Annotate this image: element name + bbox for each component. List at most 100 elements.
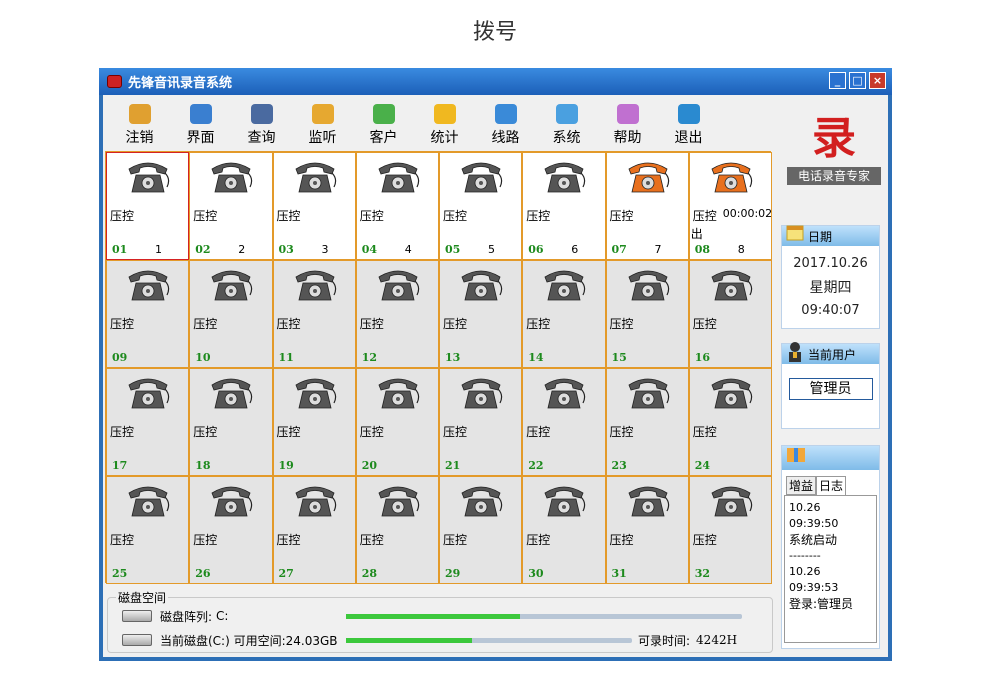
line-status: 压控 (609, 317, 634, 331)
line-number: 13 (445, 351, 461, 364)
line-extension: 7 (654, 243, 662, 256)
line-number: 23 (611, 459, 627, 472)
line-status: 压控 (110, 425, 135, 439)
line-status: 压控 (193, 209, 218, 223)
current-date: 2017.10.26 (793, 256, 868, 271)
toolbar-button-label: 统计 (430, 130, 459, 146)
disk-array-bar-fill (346, 614, 521, 619)
window-icon (189, 104, 212, 124)
page-caption: 拨号 (472, 20, 517, 45)
line-cell-15[interactable]: 压控 15 (605, 260, 689, 368)
calendar-icon (786, 225, 804, 241)
line-cell-07[interactable]: 压控 07 7 (605, 152, 689, 260)
line-cell-22[interactable]: 压控 22 (522, 368, 606, 476)
log-entry-time: 09:39:50 (789, 517, 839, 530)
line-cell-05[interactable]: 压控 05 5 (439, 152, 523, 260)
line-cell-06[interactable]: 压控 06 6 (522, 152, 606, 260)
line-status: 压控 (526, 209, 551, 223)
toolbar-button-0[interactable]: 注销 (109, 95, 170, 151)
line-cell-30[interactable]: 压控 30 (522, 476, 606, 584)
line-extension: 6 (571, 243, 579, 256)
line-status: 压控 (193, 425, 218, 439)
toolbar-button-label: 查询 (247, 130, 276, 146)
line-number: 30 (528, 567, 544, 580)
toolbar-button-4[interactable]: 客户 (353, 95, 414, 151)
line-number: 11 (278, 351, 294, 364)
line-cell-10[interactable]: 压控 10 (189, 260, 273, 368)
line-number: 02 (195, 243, 211, 256)
line-status: 压控 (609, 533, 634, 547)
line-cell-27[interactable]: 压控 27 (272, 476, 356, 584)
line-cell-14[interactable]: 压控 14 (522, 260, 606, 368)
line-cell-23[interactable]: 压控 23 (605, 368, 689, 476)
line-grid: 压控 01 1 压控 02 2 压控 03 3 压控 04 4 压控 05 5 压控 06 6 压控 07 7 压控 00:… (105, 151, 773, 584)
close-button[interactable]: × (869, 72, 886, 89)
line-cell-09[interactable]: 压控 09 (106, 260, 190, 368)
line-number: 15 (611, 351, 627, 364)
log-entry-separator: -------- (789, 549, 821, 562)
line-status: 压控 (276, 209, 301, 223)
record-time-row: 可录时间: 4242H (638, 632, 737, 648)
window-body: 注销 界面 查询 监听 客户 统计 线路 系统 帮助 退出 压控 01 1 压控 02 2 压控 03 3 压控 04… (103, 95, 888, 657)
drive-icon (122, 634, 152, 646)
line-cell-08[interactable]: 压控 00:00:02 出 08 8 (688, 152, 773, 260)
current-disk-label: 当前磁盘(C:) 可用空间:24.03GB (160, 633, 338, 648)
line-cell-13[interactable]: 压控 13 (439, 260, 523, 368)
line-cell-18[interactable]: 压控 18 (189, 368, 273, 476)
toolbar-button-label: 客户 (369, 130, 398, 146)
line-number: 03 (278, 243, 294, 256)
line-cell-26[interactable]: 压控 26 (189, 476, 273, 584)
line-number: 25 (112, 567, 128, 580)
line-cell-04[interactable]: 压控 04 4 (355, 152, 439, 260)
toolbar-button-label: 退出 (674, 130, 703, 146)
line-cell-24[interactable]: 压控 24 (688, 368, 772, 476)
toolbar-button-8[interactable]: 帮助 (597, 95, 658, 151)
line-cell-21[interactable]: 压控 21 (439, 368, 523, 476)
minimize-button[interactable]: _ (829, 72, 846, 89)
line-cell-31[interactable]: 压控 31 (605, 476, 689, 584)
tab-log[interactable]: 日志 (816, 476, 847, 495)
line-status: 压控 (692, 209, 717, 223)
maximize-button[interactable]: □ (849, 72, 866, 89)
brand-seal: 录 (812, 113, 856, 164)
line-cell-16[interactable]: 压控 16 (688, 260, 772, 368)
line-cell-12[interactable]: 压控 12 (355, 260, 439, 368)
line-extension: 5 (488, 243, 495, 256)
line-number: 18 (195, 459, 211, 472)
toolbar-button-label: 监听 (308, 130, 337, 146)
line-number: 14 (528, 351, 544, 364)
line-status: 压控 (443, 209, 468, 223)
user-avatar-icon (789, 342, 801, 362)
toolbar-button-5[interactable]: 统计 (414, 95, 475, 151)
toolbar-button-6[interactable]: 线路 (475, 95, 536, 151)
title-bar[interactable]: 先锋音讯录音系统 _ □ × (99, 68, 892, 95)
log-tabs: 增益 日志 (782, 476, 879, 495)
line-direction: 出 (690, 227, 703, 241)
line-cell-17[interactable]: 压控 17 (106, 368, 190, 476)
tab-gain[interactable]: 增益 (786, 476, 817, 495)
line-icon (494, 104, 517, 124)
line-cell-28[interactable]: 压控 28 (355, 476, 439, 584)
line-status: 压控 (526, 425, 551, 439)
toolbar-button-7[interactable]: 系统 (536, 95, 597, 151)
system-icon (555, 104, 578, 124)
toolbar-button-9[interactable]: 退出 (658, 95, 719, 151)
line-cell-03[interactable]: 压控 03 3 (272, 152, 356, 260)
line-cell-01[interactable]: 压控 01 1 (106, 152, 190, 260)
line-cell-32[interactable]: 压控 32 (688, 476, 772, 584)
customer-icon (372, 104, 395, 124)
toolbar-button-1[interactable]: 界面 (170, 95, 231, 151)
line-cell-11[interactable]: 压控 11 (272, 260, 356, 368)
line-cell-25[interactable]: 压控 25 (106, 476, 190, 584)
line-cell-29[interactable]: 压控 29 (439, 476, 523, 584)
line-cell-02[interactable]: 压控 02 2 (189, 152, 273, 260)
line-call-duration: 00:00:02 (722, 207, 773, 220)
log-entry-message: 系统启动 (789, 533, 838, 547)
line-status: 压控 (110, 533, 135, 547)
toolbar-button-2[interactable]: 查询 (231, 95, 292, 151)
line-cell-20[interactable]: 压控 20 (355, 368, 439, 476)
log-list[interactable]: 10.26 09:39:50 系统启动 -------- 10.26 09:39… (784, 495, 877, 643)
toolbar-button-3[interactable]: 监听 (292, 95, 353, 151)
line-cell-19[interactable]: 压控 19 (272, 368, 356, 476)
line-extension: 8 (737, 243, 745, 256)
